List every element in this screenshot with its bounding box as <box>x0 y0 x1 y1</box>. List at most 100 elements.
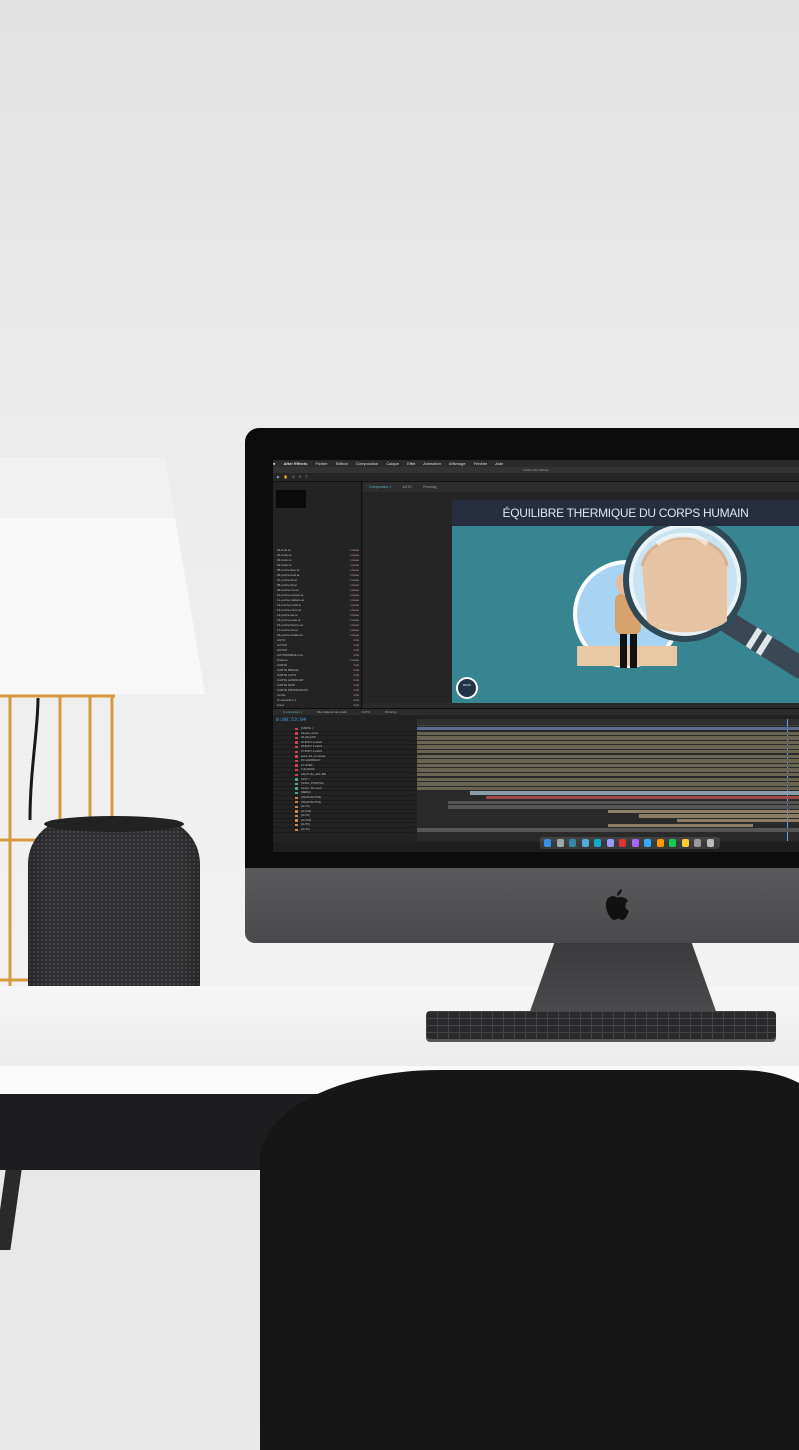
layer-bar[interactable] <box>417 763 799 768</box>
lightroom-icon[interactable] <box>594 839 601 847</box>
layer-bar[interactable] <box>470 791 799 795</box>
layer-bar[interactable] <box>417 828 799 832</box>
layer-name: HIGHT HLL_ECL-BIN <box>301 772 327 776</box>
layer-bar[interactable] <box>417 754 799 758</box>
safari-icon[interactable] <box>569 839 576 847</box>
trash-icon[interactable] <box>706 839 714 847</box>
layer-row[interactable]: [AUTO] <box>273 828 415 833</box>
menu-effect[interactable]: Effet <box>407 461 415 466</box>
layer-name: 27-BODY & LEGS <box>301 749 323 753</box>
menu-file[interactable]: Fichier <box>315 461 327 466</box>
timeline-tracks[interactable] <box>417 719 799 841</box>
layer-list: [CARTE...] Réseau_souris 38-HALLOW 30-BODY … <box>273 727 415 841</box>
photoshop-icon[interactable] <box>644 839 651 847</box>
layer-bar[interactable] <box>485 796 799 800</box>
apple-logo-icon <box>605 889 629 920</box>
layer-bar[interactable] <box>417 773 799 777</box>
layer-color-swatch <box>295 824 298 827</box>
settings-icon[interactable] <box>694 839 701 847</box>
layer-color-swatch <box>295 810 298 813</box>
layer-bar[interactable] <box>638 814 799 818</box>
layer-color-swatch <box>295 764 298 767</box>
dock <box>540 837 720 849</box>
project-list: 01-fond.ai Lisssé 02-bodiv.ai Lisssé 03-bodi… <box>277 548 359 713</box>
menu-layer[interactable]: Calque <box>386 461 399 466</box>
selection-tool-icon[interactable]: ▶ <box>277 475 280 479</box>
layer-bar[interactable] <box>417 786 799 791</box>
layer-color-swatch <box>295 778 298 781</box>
tab-auto[interactable]: AUTO <box>402 485 412 489</box>
layer-name: [MEDIA] <box>301 791 311 795</box>
tab-pictoring[interactable]: Pictoring <box>423 485 437 489</box>
keyboard <box>426 1011 776 1039</box>
tool-bar: ▶ ✋ ⚲ ✎ T <box>273 473 799 482</box>
zoom-tool-icon[interactable]: ⚲ <box>292 475 295 479</box>
mail-icon[interactable] <box>581 839 589 847</box>
pen-tool-icon[interactable]: ✎ <box>299 475 302 479</box>
tab-render-queue[interactable]: File d'attente de rendu <box>317 710 347 714</box>
layer-bar[interactable] <box>417 731 799 735</box>
after-effects-icon[interactable] <box>606 839 614 847</box>
premiere-icon[interactable] <box>631 839 639 847</box>
timecode[interactable]: 0:00:53:04 <box>276 717 306 723</box>
menu-window[interactable]: Fenêtre <box>474 461 488 466</box>
menu-app[interactable]: After Effects <box>284 461 308 466</box>
screen: ● After Effects Fichier Edition Composit… <box>273 460 799 852</box>
layer-color-swatch <box>295 732 298 735</box>
layer-name: 28-BODY & LEGS <box>301 745 323 749</box>
layer-bar[interactable] <box>417 782 799 786</box>
text-tool-icon[interactable]: T <box>306 475 308 479</box>
launchpad-icon[interactable] <box>556 839 564 847</box>
chrome-icon[interactable] <box>681 839 689 847</box>
composition-tabs: Composition 1 AUTO Pictoring <box>363 482 799 492</box>
tab-timeline-pictoring[interactable]: Pictoring <box>385 710 397 714</box>
layer-bar[interactable] <box>417 727 799 731</box>
spotify-icon[interactable] <box>669 839 676 847</box>
hand-tool-icon[interactable]: ✋ <box>284 475 288 479</box>
menu-help[interactable]: Aide <box>495 461 503 466</box>
composition-viewer[interactable]: ÉQUILIBRE THERMIQUE DU CORPS HUMAIN RFCK <box>452 500 799 703</box>
layer-color-swatch <box>295 745 298 749</box>
layer-bar[interactable] <box>417 759 799 763</box>
layer-name: [AUTO2] <box>301 809 312 813</box>
office-chair <box>260 1070 799 1450</box>
menu-edit[interactable]: Edition <box>336 461 348 466</box>
layer-color-swatch <box>295 828 298 832</box>
menu-animation[interactable]: Animation <box>423 461 441 466</box>
menu-composition[interactable]: Composition <box>356 461 378 466</box>
layer-bar[interactable] <box>417 740 799 745</box>
layer-bar[interactable] <box>676 819 799 823</box>
layer-bar[interactable] <box>417 736 799 740</box>
layer-bar[interactable] <box>447 805 799 809</box>
layer-color-swatch <box>295 791 298 795</box>
timeline-tabs: Composition 1 File d'attente de rendu AU… <box>273 709 799 715</box>
composition-panel: Composition 1 AUTO Pictoring ÉQUILIBRE T… <box>363 482 799 709</box>
finder-icon[interactable] <box>544 839 551 847</box>
layer-bar[interactable] <box>447 800 799 804</box>
lamp-shade <box>0 458 205 694</box>
layer-name: TEXT 1 <box>301 777 310 781</box>
illustrator-icon[interactable] <box>656 839 664 847</box>
imac-stand <box>528 942 718 1017</box>
layer-name: jaune nuit_au reposé <box>301 754 326 758</box>
acrobat-icon[interactable] <box>619 839 626 847</box>
layer-name: DO-HANDMOUT <box>301 759 321 763</box>
time-ruler[interactable] <box>417 719 799 726</box>
tab-timeline-comp1[interactable]: Composition 1 <box>283 710 302 714</box>
layer-bar[interactable] <box>417 750 799 754</box>
tab-timeline-auto[interactable]: AUTO <box>362 710 370 714</box>
menu-view[interactable]: Affichage <box>449 461 466 466</box>
layer-bar[interactable] <box>608 823 754 827</box>
layer-name: [Chiffre_POSITIVE] <box>301 782 324 786</box>
layer-name: [TRAFFIANTTRI] <box>301 800 321 804</box>
layer-bar[interactable] <box>417 777 799 781</box>
layer-color-swatch <box>295 787 298 790</box>
layer-name: [CARTE...] <box>301 727 314 730</box>
layer-bar[interactable] <box>608 809 799 814</box>
layer-bar[interactable] <box>417 768 799 772</box>
layer-bar[interactable] <box>417 745 799 749</box>
apple-menu-icon[interactable]: ● <box>273 461 275 466</box>
tab-composition-1[interactable]: Composition 1 <box>369 485 391 489</box>
layer-name: [AUTO] <box>301 805 310 809</box>
layer-color-swatch <box>295 736 298 740</box>
